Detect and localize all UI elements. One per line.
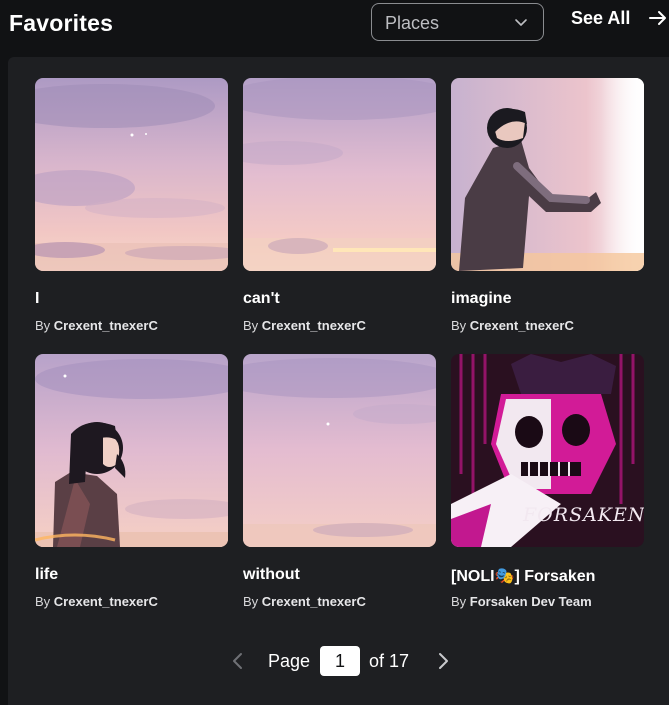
game-thumbnail[interactable] (35, 354, 228, 547)
favorites-panel: I By Crexent_tnexerC can't By Crexent_tn… (8, 57, 669, 705)
page-total-label: of 17 (369, 651, 410, 671)
game-thumbnail[interactable] (243, 78, 436, 271)
game-thumbnail[interactable] (35, 78, 228, 271)
boy-reaching-image (451, 78, 644, 271)
sky-sunset-image (243, 78, 436, 271)
game-card[interactable]: without By Crexent_tnexerC (243, 354, 436, 609)
page-number-input[interactable]: 1 (320, 646, 360, 676)
game-card[interactable]: imagine By Crexent_tnexerC (451, 78, 644, 333)
chevron-right-icon[interactable] (434, 651, 452, 671)
game-creator[interactable]: By Crexent_tnexerC (451, 318, 574, 333)
category-dropdown[interactable]: Places (371, 3, 544, 41)
favorites-header: Favorites Places See All (0, 0, 669, 55)
game-title[interactable]: can't (243, 290, 280, 308)
pagination: Page 1 of 17 (0, 645, 669, 679)
game-thumbnail[interactable]: FORSAKEN (451, 354, 644, 547)
game-card[interactable]: can't By Crexent_tnexerC (243, 78, 436, 333)
sky-clouds-image (35, 78, 228, 271)
forsaken-logo: FORSAKEN (523, 504, 644, 526)
game-creator[interactable]: By Crexent_tnexerC (35, 318, 158, 333)
game-creator[interactable]: By Crexent_tnexerC (243, 318, 366, 333)
game-card[interactable]: FORSAKEN [NOLI🎭] Forsaken By Forsaken De… (451, 354, 644, 609)
game-creator[interactable]: By Crexent_tnexerC (35, 594, 158, 609)
see-all-link[interactable]: See All (571, 8, 630, 29)
game-title[interactable]: [NOLI🎭] Forsaken (451, 566, 595, 586)
chevron-down-icon (515, 19, 527, 26)
game-title[interactable]: without (243, 566, 300, 584)
chevron-left-icon[interactable] (229, 651, 247, 671)
girl-profile-image (35, 354, 228, 547)
game-creator[interactable]: By Forsaken Dev Team (451, 594, 592, 609)
game-title[interactable]: imagine (451, 290, 511, 308)
game-title[interactable]: I (35, 290, 39, 308)
game-card[interactable]: I By Crexent_tnexerC (35, 78, 228, 333)
section-title: Favorites (9, 10, 114, 36)
arrow-right-icon[interactable] (648, 8, 669, 28)
game-thumbnail[interactable] (451, 78, 644, 271)
game-title[interactable]: life (35, 566, 58, 584)
dropdown-selected-value: Places (385, 13, 440, 33)
game-creator[interactable]: By Crexent_tnexerC (243, 594, 366, 609)
sky-dusk-image (243, 354, 436, 547)
game-thumbnail[interactable] (243, 354, 436, 547)
page-label: Page (268, 651, 311, 671)
game-card[interactable]: life By Crexent_tnexerC (35, 354, 228, 609)
